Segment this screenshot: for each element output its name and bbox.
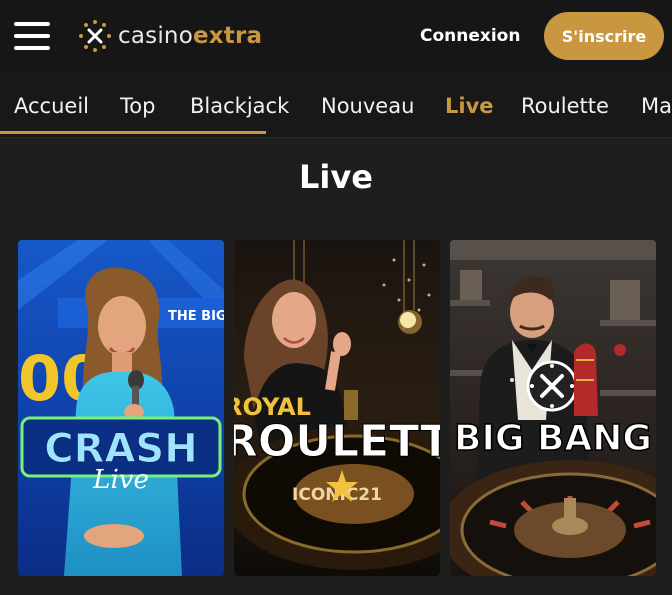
login-link[interactable]: Connexion [420,22,520,50]
game-card-crash-live[interactable]: THE BIGGEST W 00X CRASH Live [18,240,224,576]
nav-item-roulette[interactable]: Roulette [521,94,609,118]
game-card-big-bang[interactable]: BIG BANG [450,240,656,576]
nav-item-blackjack[interactable]: Blackjack [190,94,289,118]
signup-button[interactable]: S'inscrire [544,12,664,60]
game-card-royal-roulette[interactable]: ROYAL ROULETTE ICONIC21 [234,240,440,576]
crash-live-artwork: THE BIGGEST W 00X CRASH Live [18,240,224,576]
nav-item-nouveau[interactable]: Nouveau [321,94,414,118]
roulette-title: ROULETTE [234,416,440,467]
nav-scroll-indicator [0,131,266,134]
nav-item-top[interactable]: Top [120,94,155,118]
logo-mark-icon [79,20,111,52]
section-title: Live [299,158,373,196]
nav-item-live[interactable]: Live [445,94,494,118]
big-bang-title: BIG BANG [454,418,652,459]
royal-roulette-artwork: ROYAL ROULETTE ICONIC21 [234,240,440,576]
category-nav: Accueil Top Blackjack Nouveau Live Roule… [0,72,672,138]
crash-subtitle: Live [92,465,149,495]
big-bang-artwork: BIG BANG [450,240,656,576]
menu-icon[interactable] [14,22,50,50]
crash-banner-text: THE BIGGEST W [168,309,224,324]
top-header: casinoextra Connexion S'inscrire [0,0,672,72]
casino-extra-logo[interactable]: casinoextra [78,18,262,54]
nav-item-more[interactable]: Ma [641,94,672,118]
nav-item-accueil[interactable]: Accueil [14,94,89,118]
logo-text: casinoextra [118,23,263,49]
